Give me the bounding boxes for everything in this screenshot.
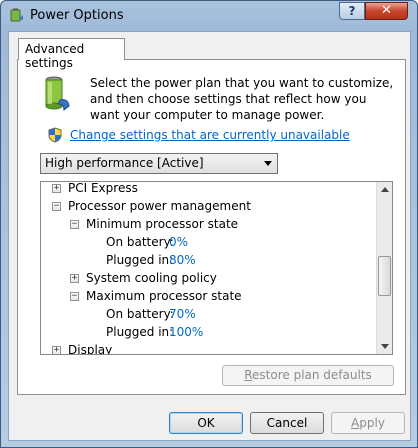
tree-item-label: Display [68,343,113,354]
power-plan-dropdown[interactable]: High performance [Active] [40,153,278,174]
power-options-app-icon [10,8,23,22]
tree-item-display[interactable]: + Display [41,341,361,354]
tree-item-label: PCI Express [68,182,138,195]
tab-advanced-settings[interactable]: Advanced settings [18,38,125,70]
battery-power-icon [45,76,70,112]
tree-item-pci-express[interactable]: + PCI Express [41,182,361,197]
expand-icon[interactable]: + [70,274,79,283]
restore-plan-defaults-button[interactable]: Restore plan defaults [222,365,394,386]
arrow-up-icon [381,187,389,192]
setting-value-link[interactable]: 0% [169,233,188,251]
settings-tree[interactable]: + PCI Express − Processor power manageme… [40,181,393,355]
dialog-client-area: Advanced settings Select the power plan … [8,31,411,441]
tree-item-max-processor-state[interactable]: − Maximum processor state [41,287,361,305]
tree-item-label: Processor power management [68,199,251,213]
tree-item-label: Minimum processor state [86,217,239,231]
uac-shield-icon [48,127,62,143]
restore-access-key: R [244,368,253,382]
tree-item-max-on-battery[interactable]: On battery: 70% [41,305,361,323]
tree-item-label: System cooling policy [86,271,217,285]
tree-vertical-scrollbar[interactable] [376,182,392,354]
chevron-down-icon[interactable] [264,161,272,166]
tree-item-max-plugged-in[interactable]: Plugged in: 100% [41,323,361,341]
tree-item-label: Maximum processor state [86,289,242,303]
tree-item-cooling-policy[interactable]: + System cooling policy [41,269,361,287]
setting-label: Plugged in: [106,253,174,267]
setting-label: Plugged in: [106,325,174,339]
advanced-settings-panel: Select the power plan that you want to c… [17,59,406,395]
power-options-window: Power Options ? ✕ Advanced settings Sele… [0,0,418,448]
power-plan-selected-value: High performance [Active] [45,156,204,170]
scroll-down-button[interactable] [377,338,392,354]
apply-label-rest: pply [359,416,385,430]
cancel-button[interactable]: Cancel [250,412,324,434]
collapse-icon[interactable]: − [52,202,61,211]
ok-button[interactable]: OK [169,412,243,434]
collapse-icon[interactable]: − [70,220,79,229]
expand-icon[interactable]: + [52,346,61,354]
restore-label-rest: estore plan defaults [252,368,372,382]
arrow-down-icon [381,344,389,349]
change-unavailable-settings-link[interactable]: Change settings that are currently unava… [70,128,350,142]
help-button[interactable]: ? [339,2,365,20]
setting-label: On battery: [106,235,174,249]
close-button[interactable]: ✕ [365,2,408,20]
title-bar[interactable]: Power Options ? ✕ [1,1,417,31]
apply-button[interactable]: Apply [331,412,405,434]
settings-tree-content: + PCI Express − Processor power manageme… [41,182,377,354]
intro-text: Select the power plan that you want to c… [90,76,394,122]
scrollbar-thumb[interactable] [378,256,391,296]
window-title: Power Options [30,8,124,23]
collapse-icon[interactable]: − [70,292,79,301]
setting-value-link[interactable]: 70% [169,305,196,323]
setting-value-link[interactable]: 100% [169,323,203,341]
setting-value-link[interactable]: 80% [169,251,196,269]
tree-item-processor-power[interactable]: − Processor power management [41,197,361,215]
setting-label: On battery: [106,307,174,321]
expand-icon[interactable]: + [52,184,61,193]
tree-item-min-on-battery[interactable]: On battery: 0% [41,233,361,251]
scroll-up-button[interactable] [377,182,392,198]
tree-item-min-processor-state[interactable]: − Minimum processor state [41,215,361,233]
tree-item-min-plugged-in[interactable]: Plugged in: 80% [41,251,361,269]
